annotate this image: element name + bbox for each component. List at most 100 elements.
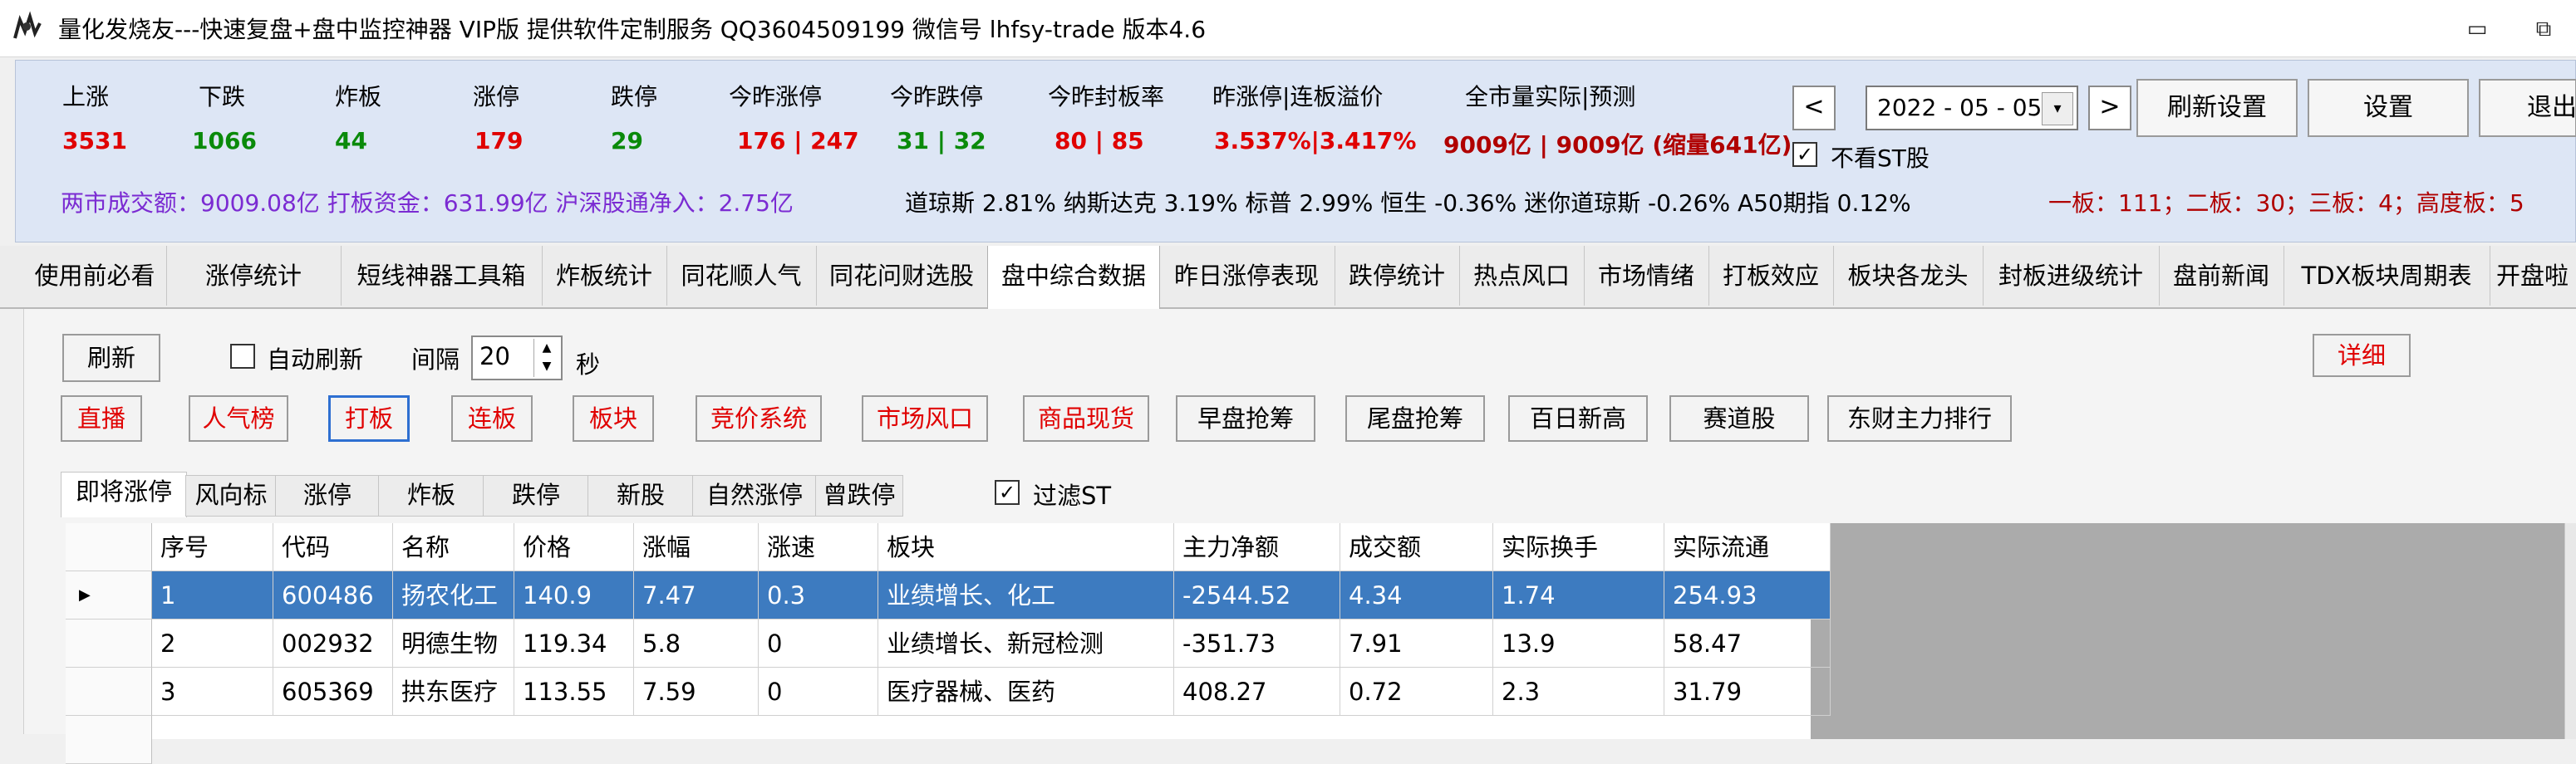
column-header-real-turnover-rate[interactable]: 实际换手 <box>1493 523 1664 571</box>
column-header-seq[interactable]: 序号 <box>152 523 273 571</box>
column-header-sector[interactable]: 板块 <box>878 523 1174 571</box>
spin-down-icon[interactable]: ▼ <box>534 357 559 375</box>
stat-header-premium: 昨涨停|连板溢价 <box>1212 83 1384 110</box>
cell-real-turnover-rate: 1.74 <box>1493 571 1664 620</box>
tab-ths-popularity[interactable]: 同花顺人气 <box>666 246 817 306</box>
stat-value-limit-up: 179 <box>474 127 524 154</box>
commodity-spot-button[interactable]: 商品现货 <box>1023 395 1149 442</box>
tab-short-term-toolbox[interactable]: 短线神器工具箱 <box>341 246 543 306</box>
cell-price: 119.34 <box>514 620 634 668</box>
tab-kaipanla[interactable]: 开盘啦 <box>2490 246 2576 306</box>
eastmoney-main-rank-button[interactable]: 东财主力排行 <box>1827 395 2012 442</box>
vertical-scrollbar[interactable] <box>2564 523 2576 739</box>
subtab-broken-board[interactable]: 炸板 <box>378 475 484 517</box>
row-header[interactable] <box>66 668 152 716</box>
dropdown-arrow-icon[interactable]: ▾ <box>2042 92 2073 125</box>
subtab-natural-limit-up[interactable]: 自然涨停 <box>692 475 817 517</box>
stock-data-grid: 序号 代码 名称 价格 涨幅 涨速 板块 主力净额 成交额 实际换手 实际流通 ▶ 1 600486 扬农化… <box>66 523 2576 764</box>
popularity-button[interactable]: 人气榜 <box>189 395 288 442</box>
subtab-limit-up[interactable]: 涨停 <box>275 475 380 517</box>
tab-market-sentiment[interactable]: 市场情绪 <box>1584 246 1709 306</box>
turnover-info: 两市成交额：9009.08亿 打板资金：631.99亿 沪深股通净入：2.75亿 <box>61 189 794 217</box>
column-header-price[interactable]: 价格 <box>514 523 634 571</box>
column-header-name[interactable]: 名称 <box>393 523 514 571</box>
cell-real-turnover-rate: 2.3 <box>1493 668 1664 716</box>
tab-intraday-data[interactable]: 盘中综合数据 <box>987 246 1160 309</box>
cell-change-pct: 7.59 <box>634 668 759 716</box>
no-st-checkbox[interactable]: ✓ <box>1792 142 1817 167</box>
closing-grab-button[interactable]: 尾盘抢筹 <box>1345 395 1485 442</box>
tab-sector-leaders[interactable]: 板块各龙头 <box>1833 246 1984 306</box>
stat-header-broken: 炸板 <box>335 83 382 110</box>
tab-limit-down-stats[interactable]: 跌停统计 <box>1335 246 1460 306</box>
cell-name: 扬农化工 <box>393 571 514 620</box>
tab-tdx-cycle[interactable]: TDX板块周期表 <box>2283 246 2490 306</box>
interval-spinner[interactable]: 20 ▲ ▼ <box>471 335 563 380</box>
tab-yesterday-limit-up[interactable]: 昨日涨停表现 <box>1158 246 1335 306</box>
cell-seq: 3 <box>152 668 273 716</box>
detail-button[interactable]: 详细 <box>2313 334 2411 377</box>
tab-seal-progress[interactable]: 封板进级统计 <box>1983 246 2160 306</box>
market-stats-panel: 上涨 下跌 炸板 涨停 跌停 今昨涨停 今昨跌停 今昨封板率 昨涨停|连板溢价 … <box>15 60 2576 242</box>
hundred-day-high-button[interactable]: 百日新高 <box>1508 395 1648 442</box>
cell-main-net: -2544.52 <box>1174 571 1340 620</box>
cell-change-pct: 7.47 <box>634 571 759 620</box>
cell-speed: 0 <box>759 620 878 668</box>
cell-main-net: 408.27 <box>1174 668 1340 716</box>
subtab-once-limit-down[interactable]: 曾跌停 <box>815 475 903 517</box>
window-title: 量化发烧友---快速复盘+盘中监控神器 VIP版 提供软件定制服务 QQ3604… <box>58 16 1207 43</box>
auction-system-button[interactable]: 竞价系统 <box>696 395 822 442</box>
row-header[interactable] <box>66 620 152 668</box>
cell-speed: 0.3 <box>759 571 878 620</box>
track-stocks-button[interactable]: 赛道股 <box>1669 395 1809 442</box>
subtab-near-limit-up[interactable]: 即将涨停 <box>61 472 187 517</box>
auto-refresh-checkbox[interactable] <box>230 344 255 369</box>
morning-grab-button[interactable]: 早盘抢筹 <box>1176 395 1315 442</box>
cell-real-float: 254.93 <box>1664 571 1831 620</box>
column-header-turnover[interactable]: 成交额 <box>1340 523 1493 571</box>
market-hotspot-button[interactable]: 市场风口 <box>862 395 988 442</box>
stat-value-seal-rate: 80 | 85 <box>1054 127 1144 154</box>
grid-corner <box>66 523 152 571</box>
row-header[interactable] <box>66 716 152 764</box>
stat-header-volume: 全市量实际|预测 <box>1465 83 1636 110</box>
subtab-wind-vane[interactable]: 风向标 <box>185 475 277 517</box>
consecutive-board-button[interactable]: 连板 <box>451 395 533 442</box>
stat-header-seal-rate: 今昨封板率 <box>1048 83 1165 110</box>
minimize-button[interactable]: ▭ <box>2463 15 2491 43</box>
restore-button[interactable]: ⧉ <box>2529 15 2558 43</box>
prev-date-button[interactable]: < <box>1792 86 1836 130</box>
tab-hot-spots[interactable]: 热点风口 <box>1459 246 1585 306</box>
tab-limit-up-stats[interactable]: 涨停统计 <box>166 246 342 306</box>
row-header[interactable]: ▶ <box>66 571 152 620</box>
cell-speed: 0 <box>759 668 878 716</box>
live-button[interactable]: 直播 <box>61 395 142 442</box>
settings-button[interactable]: 设置 <box>2308 79 2469 137</box>
column-header-speed[interactable]: 涨速 <box>759 523 878 571</box>
tab-board-effect[interactable]: 打板效应 <box>1708 246 1834 306</box>
stat-header-today-yesterday-down: 今昨跌停 <box>890 83 984 110</box>
refresh-button[interactable]: 刷新 <box>62 334 160 382</box>
date-picker[interactable]: 2022 - 05 - 05 ▾ <box>1866 86 2078 130</box>
tab-must-read[interactable]: 使用前必看 <box>23 246 167 306</box>
tab-broken-board-stats[interactable]: 炸板统计 <box>542 246 667 306</box>
next-date-button[interactable]: > <box>2088 86 2131 130</box>
column-header-code[interactable]: 代码 <box>273 523 393 571</box>
stat-value-up: 3531 <box>62 127 127 154</box>
cell-price: 140.9 <box>514 571 634 620</box>
sector-button[interactable]: 板块 <box>573 395 654 442</box>
board-hit-button[interactable]: 打板 <box>328 395 410 442</box>
column-header-main-net[interactable]: 主力净额 <box>1174 523 1340 571</box>
stat-value-today-yesterday-up: 176 | 247 <box>737 127 859 154</box>
subtab-limit-down[interactable]: 跌停 <box>483 475 589 517</box>
app-logo-icon <box>12 11 42 42</box>
exit-button[interactable]: 退出 <box>2479 79 2576 137</box>
tab-premarket-news[interactable]: 盘前新闻 <box>2159 246 2284 306</box>
column-header-change-pct[interactable]: 涨幅 <box>634 523 759 571</box>
tab-wencai-picker[interactable]: 同花问财选股 <box>816 246 988 306</box>
spin-up-icon[interactable]: ▲ <box>534 339 559 357</box>
subtab-new-stocks[interactable]: 新股 <box>587 475 694 517</box>
column-header-real-float[interactable]: 实际流通 <box>1664 523 1831 571</box>
filter-st-checkbox[interactable]: ✓ <box>995 480 1020 505</box>
refresh-settings-button[interactable]: 刷新设置 <box>2136 79 2298 137</box>
